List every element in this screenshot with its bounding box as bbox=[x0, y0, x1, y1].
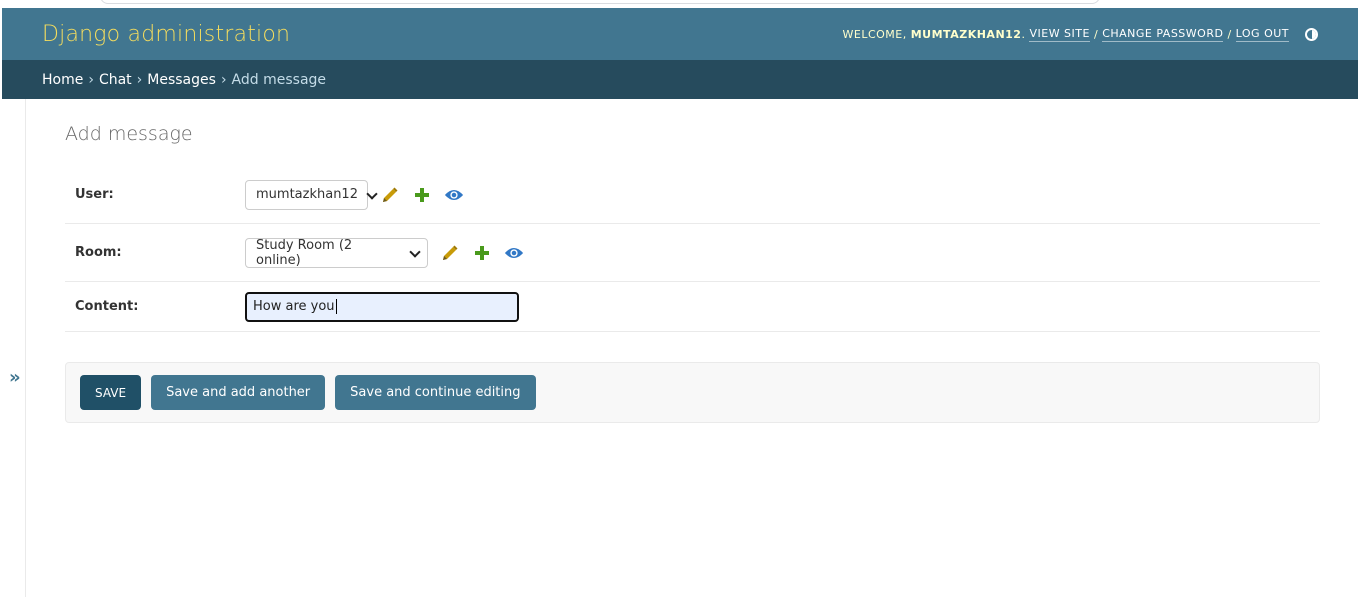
room-label: Room: bbox=[75, 245, 122, 260]
username: mumtazkhan12 bbox=[911, 28, 1022, 41]
content-input-value: How are you bbox=[253, 299, 335, 314]
user-label: User: bbox=[75, 187, 114, 202]
save-and-continue-button[interactable]: Save and continue editing bbox=[335, 375, 536, 410]
breadcrumb-current: Add message bbox=[231, 71, 327, 88]
breadcrumb-app[interactable]: Chat bbox=[99, 72, 132, 88]
submit-row: Save Save and add another Save and conti… bbox=[65, 362, 1320, 423]
breadcrumb-separator: › bbox=[136, 71, 143, 88]
form-row-room: Room: Study Room (2 online) bbox=[65, 224, 1320, 282]
toggle-nav-sidebar-icon[interactable]: » bbox=[9, 367, 21, 388]
view-eye-icon[interactable] bbox=[444, 185, 464, 205]
form-row-user: User: mumtazkhan12 bbox=[65, 166, 1320, 224]
user-tools: Welcome, mumtazkhan12. View site / Chang… bbox=[842, 27, 1318, 42]
change-password-link[interactable]: Change password bbox=[1102, 27, 1224, 42]
theme-toggle-icon[interactable] bbox=[1305, 27, 1318, 41]
save-and-add-another-button[interactable]: Save and add another bbox=[151, 375, 326, 410]
browser-chrome bbox=[0, 0, 1358, 8]
welcome-text: Welcome, bbox=[842, 27, 907, 41]
breadcrumb-home[interactable]: Home bbox=[42, 72, 83, 88]
content-input[interactable]: How are you bbox=[245, 291, 519, 322]
log-out-link[interactable]: Log out bbox=[1235, 27, 1289, 42]
nav-sidebar-strip: » bbox=[2, 99, 26, 597]
save-button[interactable]: Save bbox=[80, 375, 142, 410]
text-caret bbox=[335, 299, 337, 314]
username-suffix: . bbox=[1021, 27, 1026, 41]
separator: / bbox=[1093, 27, 1099, 41]
room-select[interactable]: Study Room (2 online) bbox=[245, 237, 428, 268]
user-related-actions bbox=[380, 185, 464, 205]
room-related-actions bbox=[440, 243, 524, 263]
form-row-content: Content: How are you bbox=[65, 282, 1320, 332]
username-text: mumtazkhan12 bbox=[910, 27, 1022, 41]
edit-pencil-icon[interactable] bbox=[380, 185, 400, 205]
view-eye-icon[interactable] bbox=[504, 243, 524, 263]
main-content: Add message User: mumtazkhan12 Room: Stu… bbox=[65, 99, 1320, 423]
admin-page: Django administration Welcome, mumtazkha… bbox=[0, 0, 1358, 597]
page-title: Add message bbox=[65, 123, 193, 145]
add-plus-icon[interactable] bbox=[472, 243, 492, 263]
chevron-down-icon bbox=[409, 248, 419, 258]
header: Django administration Welcome, mumtazkha… bbox=[2, 8, 1358, 60]
separator: / bbox=[1227, 27, 1232, 41]
user-select[interactable]: mumtazkhan12 bbox=[245, 179, 368, 210]
add-plus-icon[interactable] bbox=[412, 185, 432, 205]
edit-pencil-icon[interactable] bbox=[440, 243, 460, 263]
address-bar-edge bbox=[100, 0, 1100, 4]
breadcrumb: Home › Chat › Messages › Add message bbox=[2, 60, 1358, 99]
room-select-value: Study Room (2 online) bbox=[256, 237, 353, 268]
user-select-value: mumtazkhan12 bbox=[256, 187, 358, 202]
site-branding[interactable]: Django administration bbox=[42, 22, 290, 47]
content-label: Content: bbox=[75, 299, 139, 314]
view-site-link[interactable]: View site bbox=[1029, 27, 1090, 42]
breadcrumb-separator: › bbox=[88, 71, 94, 88]
fieldset: User: mumtazkhan12 Room: Study Room (2 o… bbox=[65, 166, 1320, 332]
breadcrumb-model[interactable]: Messages bbox=[147, 72, 216, 88]
breadcrumb-separator: › bbox=[220, 71, 227, 88]
